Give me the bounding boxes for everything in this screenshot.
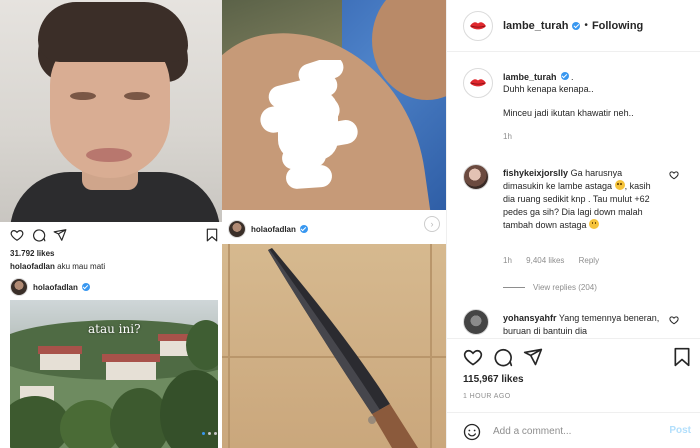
view-replies-button[interactable]: View replies (204) [503, 283, 597, 292]
post1-caption-text: aku mau mati [57, 262, 106, 271]
post1-action-bar [0, 226, 222, 246]
lips-logo-icon [470, 21, 486, 29]
post-timestamp: 1 HOUR AGO [463, 393, 511, 400]
post1-caption-user[interactable]: holaofadlan [10, 262, 55, 271]
censor-blur [260, 60, 358, 189]
verified-icon [560, 72, 569, 80]
knife-icon [268, 248, 418, 448]
add-comment-input[interactable]: Add a comment... [493, 426, 571, 437]
avatar[interactable] [463, 68, 493, 98]
caption-time: 1h [503, 132, 512, 141]
caption-line-1: Duhh kenapa kenapa.. [503, 84, 594, 94]
smiling-emoji-icon [589, 219, 600, 229]
knife-photo [222, 244, 446, 448]
avatar[interactable] [228, 220, 246, 238]
bookmark-icon[interactable] [673, 347, 691, 367]
arm-photo [222, 0, 446, 210]
caption-suffix: . [571, 72, 574, 82]
comment-time: 1h [503, 256, 512, 265]
heart-icon[interactable] [10, 228, 24, 242]
lips-logo-icon [470, 79, 486, 87]
next-arrow-icon[interactable]: › [424, 216, 440, 232]
share-icon[interactable] [53, 228, 67, 242]
post2-header: holaofadlan [10, 278, 90, 296]
post-header: lambe_turah • Following [447, 0, 700, 52]
verified-icon [299, 225, 308, 233]
instagram-post-panel: lambe_turah • Following lambe_turah . Du… [446, 0, 700, 448]
post3-header: holaofadlan [222, 218, 446, 240]
heart-icon[interactable] [463, 347, 483, 367]
caption-username[interactable]: lambe_turah [503, 72, 557, 82]
separator: • [584, 20, 588, 31]
avatar[interactable] [463, 309, 489, 335]
smiling-emoji-icon [614, 180, 625, 190]
post2-username[interactable]: holaofadlan [33, 283, 78, 292]
avatar[interactable] [10, 278, 28, 296]
comment-icon[interactable] [32, 228, 46, 242]
following-button[interactable]: Following [592, 20, 643, 32]
post3-username[interactable]: holaofadlan [251, 225, 296, 234]
bookmark-icon[interactable] [206, 228, 218, 242]
header-username[interactable]: lambe_turah [503, 20, 568, 32]
avatar[interactable] [463, 164, 489, 190]
post-action-section: 115,967 likes 1 HOUR AGO Add a comment..… [447, 338, 700, 448]
add-comment-bar: Add a comment... Post [447, 412, 700, 448]
landscape-photo: atau ini? [10, 300, 218, 448]
selfie-photo [0, 0, 222, 222]
caption-line-2: Minceu jadi ikutan khawatir neh.. [503, 108, 634, 118]
smile-icon[interactable] [463, 423, 481, 441]
heart-icon[interactable] [669, 170, 679, 180]
comment-meta: 1h 9,404 likes Reply [503, 256, 611, 265]
verified-icon [81, 283, 90, 291]
comment-icon[interactable] [493, 347, 513, 367]
post1-caption: holaofadlan aku mau mati [10, 262, 105, 271]
post1-likes: 31.792 likes [10, 249, 55, 258]
reply-button[interactable]: Reply [579, 256, 599, 265]
landscape-overlay-text: atau ini? [88, 322, 141, 336]
comment-username[interactable]: yohansyahfr [503, 313, 557, 323]
comment-username[interactable]: fishykeixjorslly [503, 168, 568, 178]
verified-icon [572, 21, 581, 30]
screenshot-collage: 31.792 likes holaofadlan aku mau mati ho… [0, 0, 446, 448]
heart-icon[interactable] [669, 315, 679, 325]
avatar[interactable] [463, 10, 493, 41]
share-icon[interactable] [523, 347, 543, 367]
likes-count[interactable]: 115,967 likes [463, 374, 524, 385]
post-button[interactable]: Post [669, 425, 691, 436]
view-replies-label[interactable]: View replies (204) [533, 283, 597, 292]
comment-likes[interactable]: 9,404 likes [526, 256, 564, 265]
